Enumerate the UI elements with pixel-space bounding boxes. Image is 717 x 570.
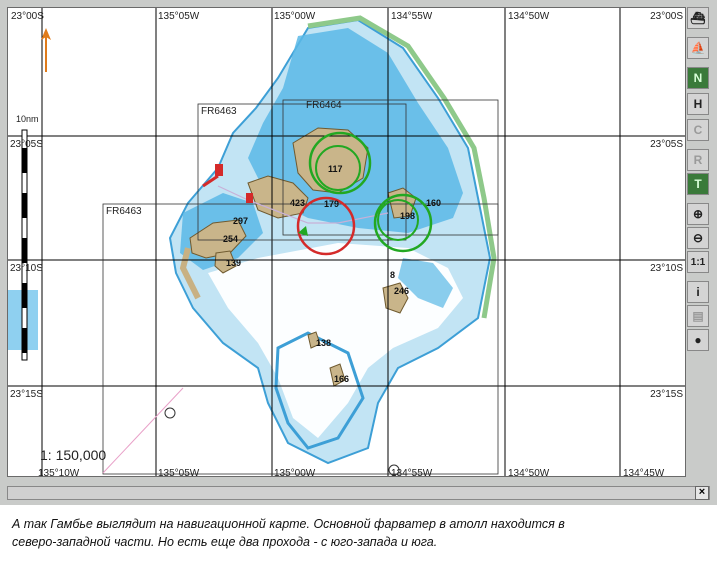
pick-report-icon[interactable]: ▤ — [687, 305, 709, 327]
pink-track — [102, 387, 184, 474]
label-bottom-lon-4: 134°55W — [391, 468, 433, 477]
label-left-lat-3: 23°15S — [10, 389, 43, 400]
scale-bar-label: 10nm — [16, 114, 39, 124]
label-bottom-lon-2: 135°05W — [158, 468, 200, 477]
label-right-lat-2: 23°10S — [650, 263, 683, 274]
zoom-out-icon[interactable]: ⊖ — [687, 227, 709, 249]
horizontal-scrollbar[interactable]: × — [7, 486, 710, 500]
north-up-icon[interactable]: N — [687, 67, 709, 89]
close-button[interactable]: × — [695, 486, 709, 500]
label-bottom-lon-1: 135°10W — [38, 468, 80, 477]
depth-sounding: 198 — [400, 211, 416, 221]
label-top-lat-left: 23°00S — [11, 11, 44, 22]
scale-ratio: 1: 150,000 — [40, 447, 107, 463]
depth-sounding: 117 — [328, 164, 343, 174]
chart-label-fr6463-large: FR6463 — [106, 206, 142, 217]
label-top-lon-3: 134°55W — [391, 11, 433, 22]
ship-icon[interactable]: ⛴ — [687, 7, 709, 29]
chart-label-fr6463-north: FR6463 — [201, 106, 237, 117]
north-arrow-icon — [41, 28, 51, 72]
label-bottom-lon-5: 134°50W — [508, 468, 550, 477]
depth-sounding: 423 — [290, 198, 306, 208]
depth-sounding: 160 — [426, 198, 442, 208]
head-up-icon[interactable]: H — [687, 93, 709, 115]
label-bottom-lon-6: 134°45W — [623, 468, 665, 477]
depth-sounding: 179 — [324, 199, 340, 209]
course-up-icon[interactable]: C — [687, 119, 709, 141]
info-icon[interactable]: i — [687, 281, 709, 303]
depth-sounding: 8 — [390, 270, 396, 280]
ship-outline-icon[interactable]: ⛵ — [687, 37, 709, 59]
chart-canvas[interactable] — [8, 8, 685, 476]
figure-caption: А так Гамбье выглядит на навигационной к… — [12, 515, 702, 551]
label-bottom-lon-3: 135°00W — [274, 468, 316, 477]
label-left-lat-2: 23°10S — [10, 263, 43, 274]
red-marker-1 — [215, 164, 223, 176]
depth-sounding: 297 — [233, 216, 249, 226]
caption-line-2: северо-западной части. Но есть еще два п… — [12, 535, 438, 549]
label-top-lon-1: 135°05W — [158, 11, 200, 22]
label-top-lon-2: 135°00W — [274, 11, 316, 22]
depth-sounding: 138 — [316, 338, 332, 348]
center-icon[interactable]: ● — [687, 329, 709, 351]
chart-label-fr6464: FR6464 — [306, 100, 342, 111]
info-symbol-1 — [164, 407, 176, 419]
zoom-in-icon[interactable]: ⊕ — [687, 203, 709, 225]
depth-sounding: 139 — [226, 258, 242, 268]
caption-line-1: А так Гамбье выглядит на навигационной к… — [12, 517, 565, 531]
label-top-lon-4: 134°50W — [508, 11, 550, 22]
nautical-chart-view[interactable]: 23°00S 135°05W 135°00W 134°55W 134°50W 2… — [7, 7, 686, 477]
depth-sounding: 246 — [394, 286, 410, 296]
label-right-lat-3: 23°15S — [650, 389, 683, 400]
red-marker-2 — [246, 193, 253, 203]
label-top-lat-right: 23°00S — [650, 11, 683, 22]
relative-motion-icon[interactable]: R — [687, 149, 709, 171]
label-left-lat-1: 23°05S — [10, 139, 43, 150]
label-right-lat-1: 23°05S — [650, 139, 683, 150]
one-to-one-icon[interactable]: 1:1 — [687, 251, 709, 273]
chart-window: 23°00S 135°05W 135°00W 134°55W 134°50W 2… — [0, 0, 717, 505]
depth-sounding: 166 — [334, 374, 350, 384]
depth-sounding: 254 — [223, 234, 239, 244]
chart-toolbar: ⛴ ⛵ N H C R T ⊕ ⊖ 1:1 i ▤ ● — [686, 7, 710, 475]
true-motion-icon[interactable]: T — [687, 173, 709, 195]
